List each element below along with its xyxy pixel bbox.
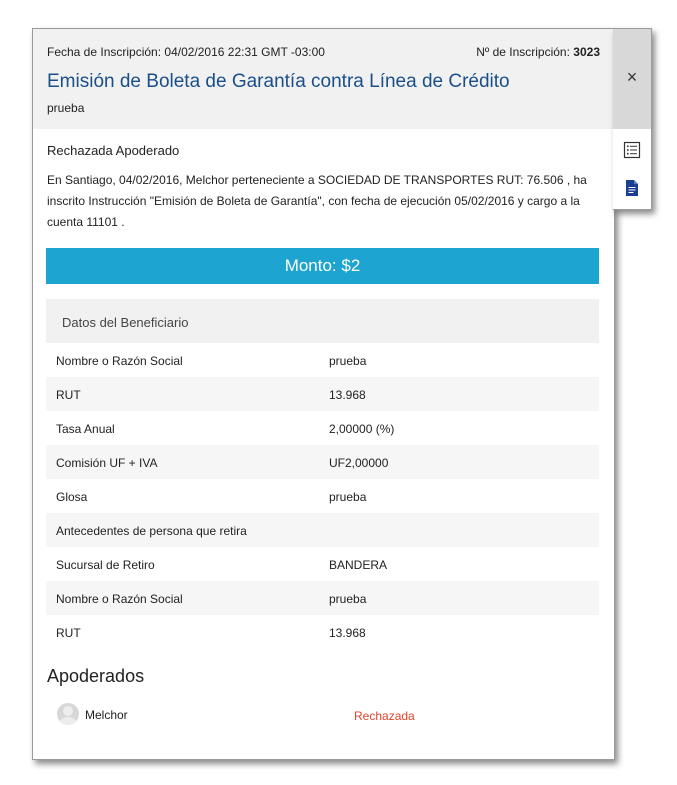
status-badge: Rechazada (354, 709, 415, 723)
table-row: Tasa Anual 2,00000 (%) (46, 411, 599, 445)
beneficiary-header-label: Datos del Beneficiario (62, 315, 189, 330)
inscription-number-label: Nº de Inscripción: (476, 45, 570, 59)
close-area: × (613, 29, 651, 129)
avatar (57, 703, 79, 725)
inscription-number-value: 3023 (573, 45, 600, 59)
row-value: UF2,00000 (329, 456, 389, 470)
apoderados-title: Apoderados (47, 666, 145, 686)
row-value: 13.968 (329, 626, 366, 640)
table-row: Glosa prueba (46, 479, 599, 513)
side-panel: × (613, 28, 652, 210)
page-subtitle: prueba (47, 101, 85, 115)
table-row: RUT 13.968 (46, 615, 599, 649)
row-label: Nombre o Razón Social (56, 592, 183, 606)
row-value: BANDERA (329, 558, 388, 572)
table-row: Sucursal de Retiro BANDERA (46, 547, 599, 581)
row-label: Tasa Anual (56, 422, 115, 436)
detail-modal: Fecha de Inscripción: 04/02/2016 22:31 G… (32, 28, 615, 760)
row-value: prueba (329, 490, 367, 504)
table-row: Nombre o Razón Social prueba (46, 343, 599, 377)
row-value: 13.968 (329, 388, 366, 402)
row-label: Antecedentes de persona que retira (56, 524, 247, 538)
list-item: Melchor Rechazada (57, 703, 597, 729)
close-icon[interactable]: × (613, 67, 651, 87)
row-label: Glosa (56, 490, 88, 504)
row-value: 2,00000 (%) (329, 422, 395, 436)
table-row: Antecedentes de persona que retira (46, 513, 599, 547)
row-label: Comisión UF + IVA (56, 456, 158, 470)
inscription-number: Nº de Inscripción: 3023 (476, 45, 600, 59)
table-row: RUT 13.968 (46, 377, 599, 411)
apoderado-name: Melchor (85, 708, 128, 722)
document-icon[interactable] (623, 179, 641, 197)
modal-header: Fecha de Inscripción: 04/02/2016 22:31 G… (33, 29, 614, 129)
row-label: RUT (56, 626, 81, 640)
list-icon[interactable] (623, 141, 641, 159)
amount-banner: Monto: $2 (46, 248, 599, 284)
instruction-paragraph: En Santiago, 04/02/2016, Melchor pertene… (47, 173, 587, 229)
table-row: Nombre o Razón Social prueba (46, 581, 599, 615)
row-label: Sucursal de Retiro (56, 558, 155, 572)
inscription-date: Fecha de Inscripción: 04/02/2016 22:31 G… (47, 45, 325, 59)
page-title: Emisión de Boleta de Garantía contra Lín… (47, 71, 510, 92)
row-value: prueba (329, 354, 367, 368)
row-label: RUT (56, 388, 81, 402)
table-row: Comisión UF + IVA UF2,00000 (46, 445, 599, 479)
beneficiary-header: Datos del Beneficiario (46, 299, 599, 343)
row-label: Nombre o Razón Social (56, 354, 183, 368)
row-value: prueba (329, 592, 367, 606)
status-text: Rechazada Apoderado (47, 143, 180, 158)
